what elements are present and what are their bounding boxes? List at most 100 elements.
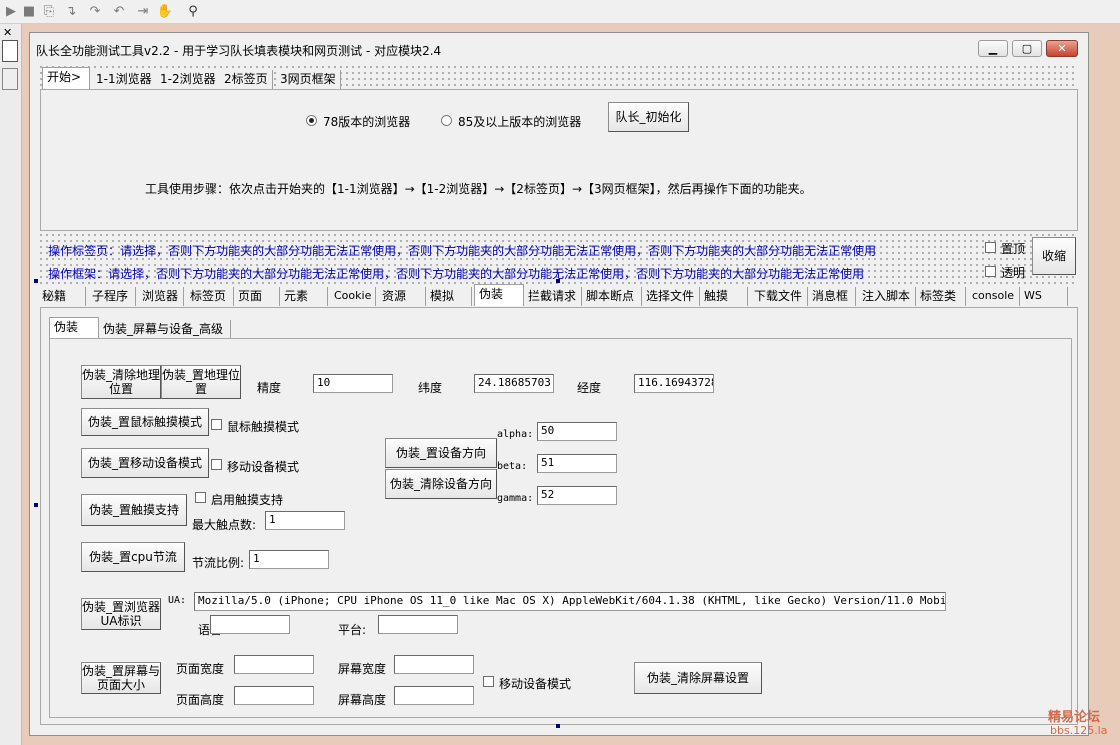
language-input[interactable] xyxy=(210,615,290,634)
max-touch-label: 最大触点数: xyxy=(192,518,257,532)
pin-checkbox[interactable] xyxy=(985,242,996,253)
touch-support-checkbox[interactable] xyxy=(195,492,206,503)
accuracy-input[interactable]: 10 xyxy=(313,374,393,393)
tab-download[interactable]: 下载文件 xyxy=(750,287,808,306)
tab-tag-class[interactable]: 标签类 xyxy=(916,287,966,306)
mobile-device-checkbox[interactable] xyxy=(211,459,222,470)
transparent-checkbox[interactable] xyxy=(985,266,996,277)
ua-label: UA: xyxy=(168,595,187,606)
tab-console[interactable]: console xyxy=(968,287,1020,306)
ide-left-strip: ✕ xyxy=(0,24,22,745)
tab-touch[interactable]: 触摸 xyxy=(700,287,748,306)
screen-width-input[interactable] xyxy=(394,655,474,674)
close-button[interactable]: ✕ xyxy=(1046,40,1078,57)
minimize-button[interactable]: ▁ xyxy=(978,40,1008,57)
stop-icon[interactable]: ■ xyxy=(20,3,38,21)
step-into-icon[interactable]: ↴ xyxy=(62,3,80,21)
tab-element[interactable]: 元素 xyxy=(280,287,328,306)
max-touch-input[interactable]: 1 xyxy=(265,511,345,530)
ide-toolbar: ▶ ■ ⎘ ↴ ↷ ↶ ⇥ ✋ ⚲ xyxy=(0,0,1120,24)
tab-tabpage[interactable]: 标签页 xyxy=(186,287,234,306)
touch-support-label: 启用触摸支持 xyxy=(211,493,284,507)
tab-start[interactable]: 开始> xyxy=(42,67,90,89)
tab-page[interactable]: 页面 xyxy=(234,287,280,306)
gamma-input[interactable]: 52 xyxy=(537,486,617,505)
tab-label-page[interactable]: 2标签页 xyxy=(220,70,273,89)
set-ua-button[interactable]: 伪装_置浏览器UA标识 xyxy=(81,598,161,630)
screen-height-input[interactable] xyxy=(394,686,474,705)
ua-input[interactable]: Mozilla/5.0 (iPhone; CPU iPhone OS 11_0 … xyxy=(194,592,946,611)
screen-mobile-checkbox[interactable] xyxy=(483,676,494,687)
pin-label: 置顶 xyxy=(1001,242,1026,256)
beta-label: beta: xyxy=(497,461,528,472)
mouse-touch-checkbox[interactable] xyxy=(211,419,222,430)
tab-browser-1-2[interactable]: 1-2浏览器 xyxy=(156,70,221,89)
longitude-input[interactable]: 116.16943728 xyxy=(634,374,714,393)
radio-78-label: 78版本的浏览器 xyxy=(323,115,411,129)
tab-choose-file[interactable]: 选择文件 xyxy=(642,287,700,306)
subtab-screen-device-advanced[interactable]: 伪装_屏幕与设备_高级 xyxy=(99,320,231,339)
tab-web-frame[interactable]: 3网页框架 xyxy=(276,70,341,89)
notice-area: 操作标签页：请选择，否则下方功能夹的大部分功能无法正常使用，否则下方功能夹的大部… xyxy=(38,232,1078,284)
radio-85-label: 85及以上版本的浏览器 xyxy=(458,115,582,129)
set-cpu-throttle-button[interactable]: 伪装_置cpu节流 xyxy=(81,542,185,572)
set-mouse-touch-button[interactable]: 伪装_置鼠标触摸模式 xyxy=(81,408,209,436)
page-width-input[interactable] xyxy=(234,655,314,674)
tab-intercept[interactable]: 拦截请求 xyxy=(524,287,582,306)
mobile-device-label: 移动设备模式 xyxy=(227,460,300,474)
set-screen-size-button[interactable]: 伪装_置屏幕与页面大小 xyxy=(81,662,161,694)
alpha-label: alpha: xyxy=(497,429,534,440)
radio-85[interactable] xyxy=(441,115,452,126)
screen-height-label: 屏幕高度 xyxy=(338,693,387,707)
tab-disguise[interactable]: 伪装 xyxy=(474,284,524,306)
step-icon[interactable]: ⎘ xyxy=(40,3,58,21)
run-icon[interactable]: ▶ xyxy=(2,3,20,21)
tab-script-breakpoint[interactable]: 脚本断点 xyxy=(582,287,642,306)
close-icon[interactable]: ✕ xyxy=(3,26,12,39)
tab-cookie[interactable]: Cookie xyxy=(330,287,376,306)
tab-simulate[interactable]: 模拟 xyxy=(426,287,472,306)
set-geolocation-button[interactable]: 伪装_置地理位置 xyxy=(161,365,241,399)
set-touch-support-button[interactable]: 伪装_置触摸支持 xyxy=(81,494,187,526)
panel-icon[interactable] xyxy=(2,40,18,62)
hand-icon[interactable]: ✋ xyxy=(156,3,174,21)
page-width-label: 页面宽度 xyxy=(176,662,225,676)
latitude-input[interactable]: 24.18685703 xyxy=(474,374,554,393)
set-device-orientation-button[interactable]: 伪装_置设备方向 xyxy=(385,438,497,468)
platform-input[interactable] xyxy=(378,615,458,634)
debug-search-icon[interactable]: ⚲ xyxy=(184,3,202,21)
clear-device-orientation-button[interactable]: 伪装_清除设备方向 xyxy=(385,469,497,499)
tab-subroutine[interactable]: 子程序 xyxy=(88,287,136,306)
step-out-icon[interactable]: ↶ xyxy=(110,3,128,21)
run-to-cursor-icon[interactable]: ⇥ xyxy=(134,3,152,21)
usage-steps: 工具使用步骤：依次点击开始夹的【1-1浏览器】→【1-2浏览器】→【2标签页】→… xyxy=(145,182,812,196)
step-over-icon[interactable]: ↷ xyxy=(86,3,104,21)
init-button[interactable]: 队长_初始化 xyxy=(608,102,689,132)
panel-icon-2[interactable] xyxy=(2,68,18,90)
throttle-label: 节流比例: xyxy=(192,556,245,570)
tab-browser-1-1[interactable]: 1-1浏览器 xyxy=(92,70,157,89)
maximize-button[interactable]: ▢ xyxy=(1012,40,1042,57)
collapse-button[interactable]: 收缩 xyxy=(1032,237,1076,275)
clear-geolocation-button[interactable]: 伪装_清除地理位置 xyxy=(81,365,161,399)
platform-label: 平台: xyxy=(338,623,367,637)
tab-messagebox[interactable]: 消息框 xyxy=(808,287,856,306)
subtab-disguise[interactable]: 伪装 xyxy=(49,317,99,339)
form-titlebar: 队长全功能测试工具v2.2 - 用于学习队长填表模块和网页测试 - 对应模块2.… xyxy=(30,37,1080,61)
tab-secrets[interactable]: 秘籍 xyxy=(38,287,86,306)
start-panel: 78版本的浏览器 85及以上版本的浏览器 队长_初始化 工具使用步骤：依次点击开… xyxy=(40,89,1078,231)
page-height-input[interactable] xyxy=(234,686,314,705)
throttle-input[interactable]: 1 xyxy=(249,550,329,569)
alpha-input[interactable]: 50 xyxy=(537,422,617,441)
clear-screen-settings-button[interactable]: 伪装_清除屏幕设置 xyxy=(634,662,762,694)
set-mobile-device-button[interactable]: 伪装_置移动设备模式 xyxy=(81,448,209,478)
tab-browser[interactable]: 浏览器 xyxy=(138,287,184,306)
latitude-label: 纬度 xyxy=(418,381,443,395)
tab-ws[interactable]: WS xyxy=(1020,287,1068,306)
screen-mobile-label: 移动设备模式 xyxy=(499,677,572,691)
beta-input[interactable]: 51 xyxy=(537,454,617,473)
radio-78[interactable] xyxy=(306,115,317,126)
selection-handle xyxy=(34,279,38,283)
tab-inject-script[interactable]: 注入脚本 xyxy=(858,287,916,306)
tab-resource[interactable]: 资源 xyxy=(378,287,426,306)
